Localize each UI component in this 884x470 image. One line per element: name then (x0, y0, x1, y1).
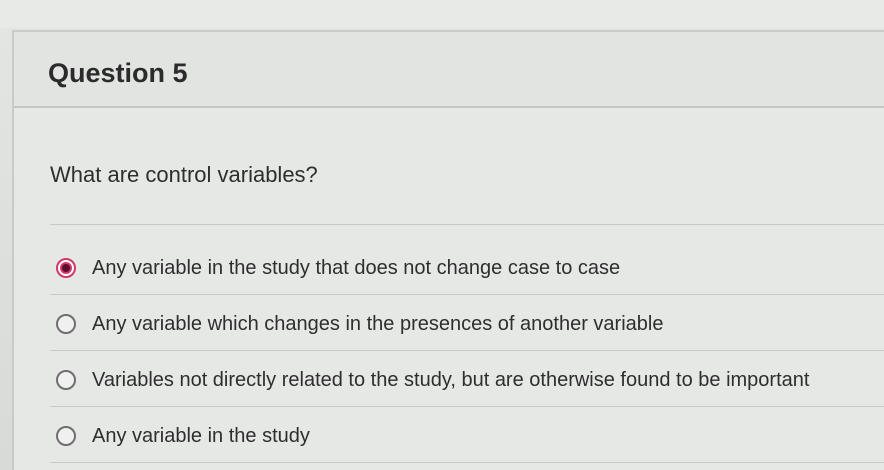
question-header: Question 5 (14, 32, 884, 108)
answer-option-1[interactable]: Any variable in the study that does not … (56, 250, 620, 286)
radio-dot (60, 262, 72, 274)
option-divider (50, 294, 884, 295)
answer-option-label: Any variable in the study that does not … (92, 256, 621, 279)
radio-button[interactable] (56, 426, 76, 446)
question-prompt: What are control variables? (50, 162, 318, 187)
answer-option-4[interactable]: Any variable in the study (56, 418, 310, 454)
answer-option-label: Any variable in the study (92, 424, 310, 447)
top-strip (0, 0, 884, 28)
radio-button[interactable] (56, 370, 76, 390)
answer-option-3[interactable]: Variables not directly related to the st… (56, 362, 809, 398)
question-title: Question 5 (48, 58, 188, 88)
option-divider (50, 350, 884, 351)
option-divider (50, 406, 884, 407)
radio-button[interactable] (56, 314, 76, 334)
answer-option-label: Variables not directly related to the st… (92, 368, 810, 391)
radio-button-selected[interactable] (56, 258, 76, 278)
option-divider (50, 462, 884, 463)
answer-option-label: Any variable which changes in the presen… (92, 312, 664, 335)
prompt-divider (50, 224, 884, 225)
question-panel: Question 5 What are control variables? A… (12, 30, 884, 470)
answer-option-2[interactable]: Any variable which changes in the presen… (56, 306, 663, 342)
